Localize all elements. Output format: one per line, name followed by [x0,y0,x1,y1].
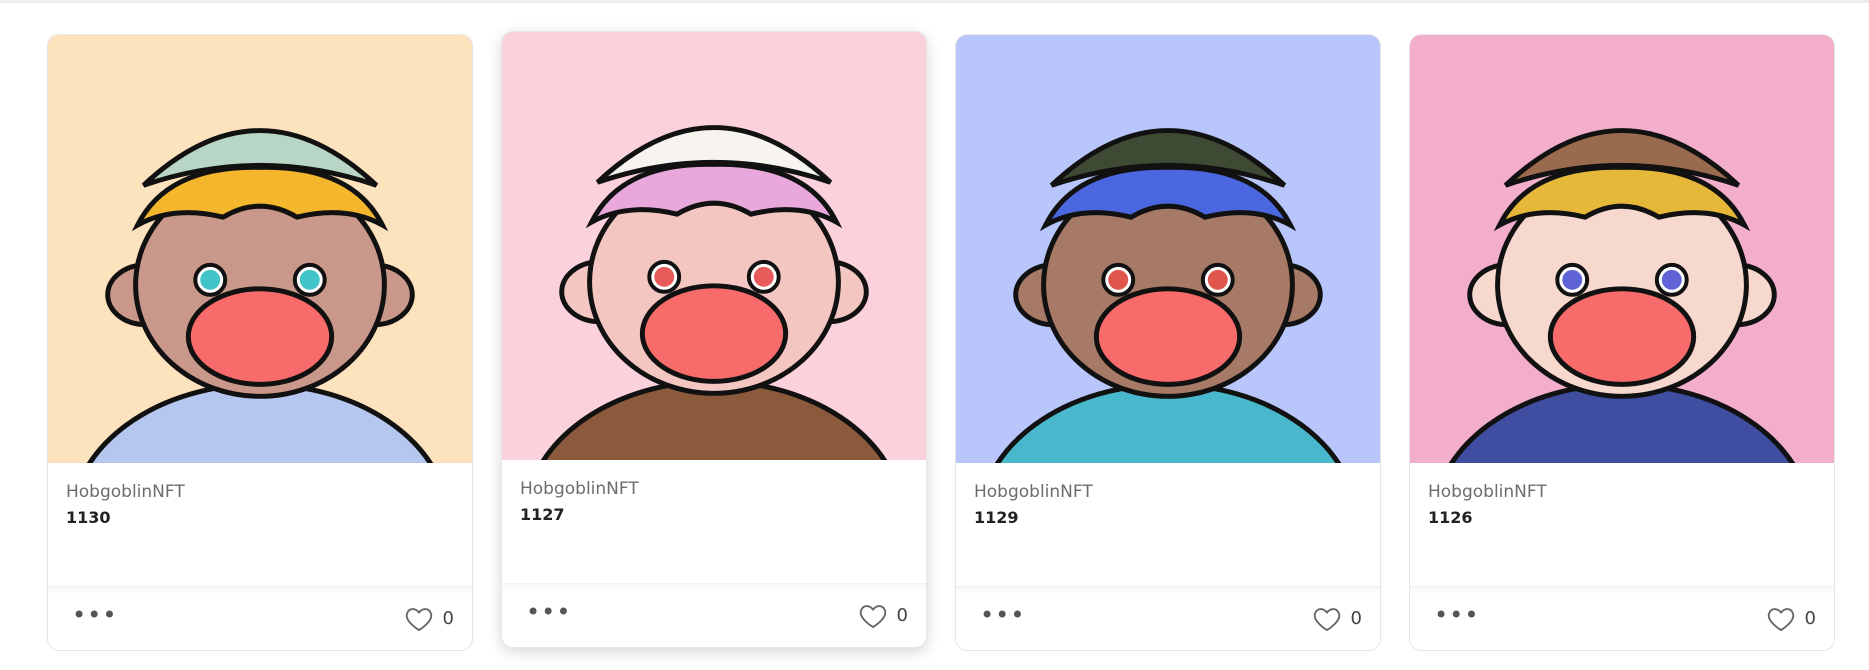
card-info: HobgoblinNFT 1130 [48,463,472,587]
nft-card[interactable]: HobgoblinNFT 1127 ••• 0 [501,31,927,648]
goblin-illustration [86,128,434,463]
heart-icon [1313,607,1340,631]
goblin-illustration [994,128,1342,463]
more-options-button[interactable]: ••• [974,603,1031,633]
like-count: 0 [1350,608,1362,629]
collection-name[interactable]: HobgoblinNFT [1428,481,1816,503]
like-button[interactable]: 0 [1313,606,1362,632]
like-button[interactable]: 0 [405,606,454,632]
like-button[interactable]: 0 [1767,606,1816,632]
like-button[interactable]: 0 [859,603,908,629]
collection-name[interactable]: HobgoblinNFT [520,478,908,500]
nft-artwork[interactable] [48,35,472,463]
like-count: 0 [442,608,454,629]
token-id[interactable]: 1127 [520,504,908,526]
card-info: HobgoblinNFT 1129 [956,463,1380,587]
card-footer: ••• 0 [48,586,472,650]
more-options-button[interactable]: ••• [1428,603,1485,633]
card-footer: ••• 0 [502,583,926,647]
card-info: HobgoblinNFT 1127 [502,460,926,584]
nft-card[interactable]: HobgoblinNFT 1130 ••• 0 [47,34,473,651]
like-count: 0 [1804,608,1816,629]
heart-icon [1767,607,1794,631]
more-options-button[interactable]: ••• [520,600,577,630]
heart-icon [405,607,432,631]
like-count: 0 [896,605,908,626]
top-divider [0,0,1869,3]
nft-artwork[interactable] [502,32,926,460]
token-id[interactable]: 1126 [1428,507,1816,529]
nft-artwork[interactable] [1410,35,1834,463]
more-options-button[interactable]: ••• [66,603,123,633]
card-info: HobgoblinNFT 1126 [1410,463,1834,587]
token-id[interactable]: 1130 [66,507,454,529]
nft-artwork[interactable] [956,35,1380,463]
goblin-illustration [1448,128,1796,463]
goblin-illustration [540,125,888,460]
nft-card[interactable]: HobgoblinNFT 1126 ••• 0 [1409,34,1835,651]
heart-icon [859,604,886,628]
collection-name[interactable]: HobgoblinNFT [974,481,1362,503]
collection-name[interactable]: HobgoblinNFT [66,481,454,503]
card-footer: ••• 0 [956,586,1380,650]
nft-card[interactable]: HobgoblinNFT 1129 ••• 0 [955,34,1381,651]
card-footer: ••• 0 [1410,586,1834,650]
token-id[interactable]: 1129 [974,507,1362,529]
nft-card-grid: HobgoblinNFT 1130 ••• 0 HobgoblinNFT 112… [47,31,1835,651]
